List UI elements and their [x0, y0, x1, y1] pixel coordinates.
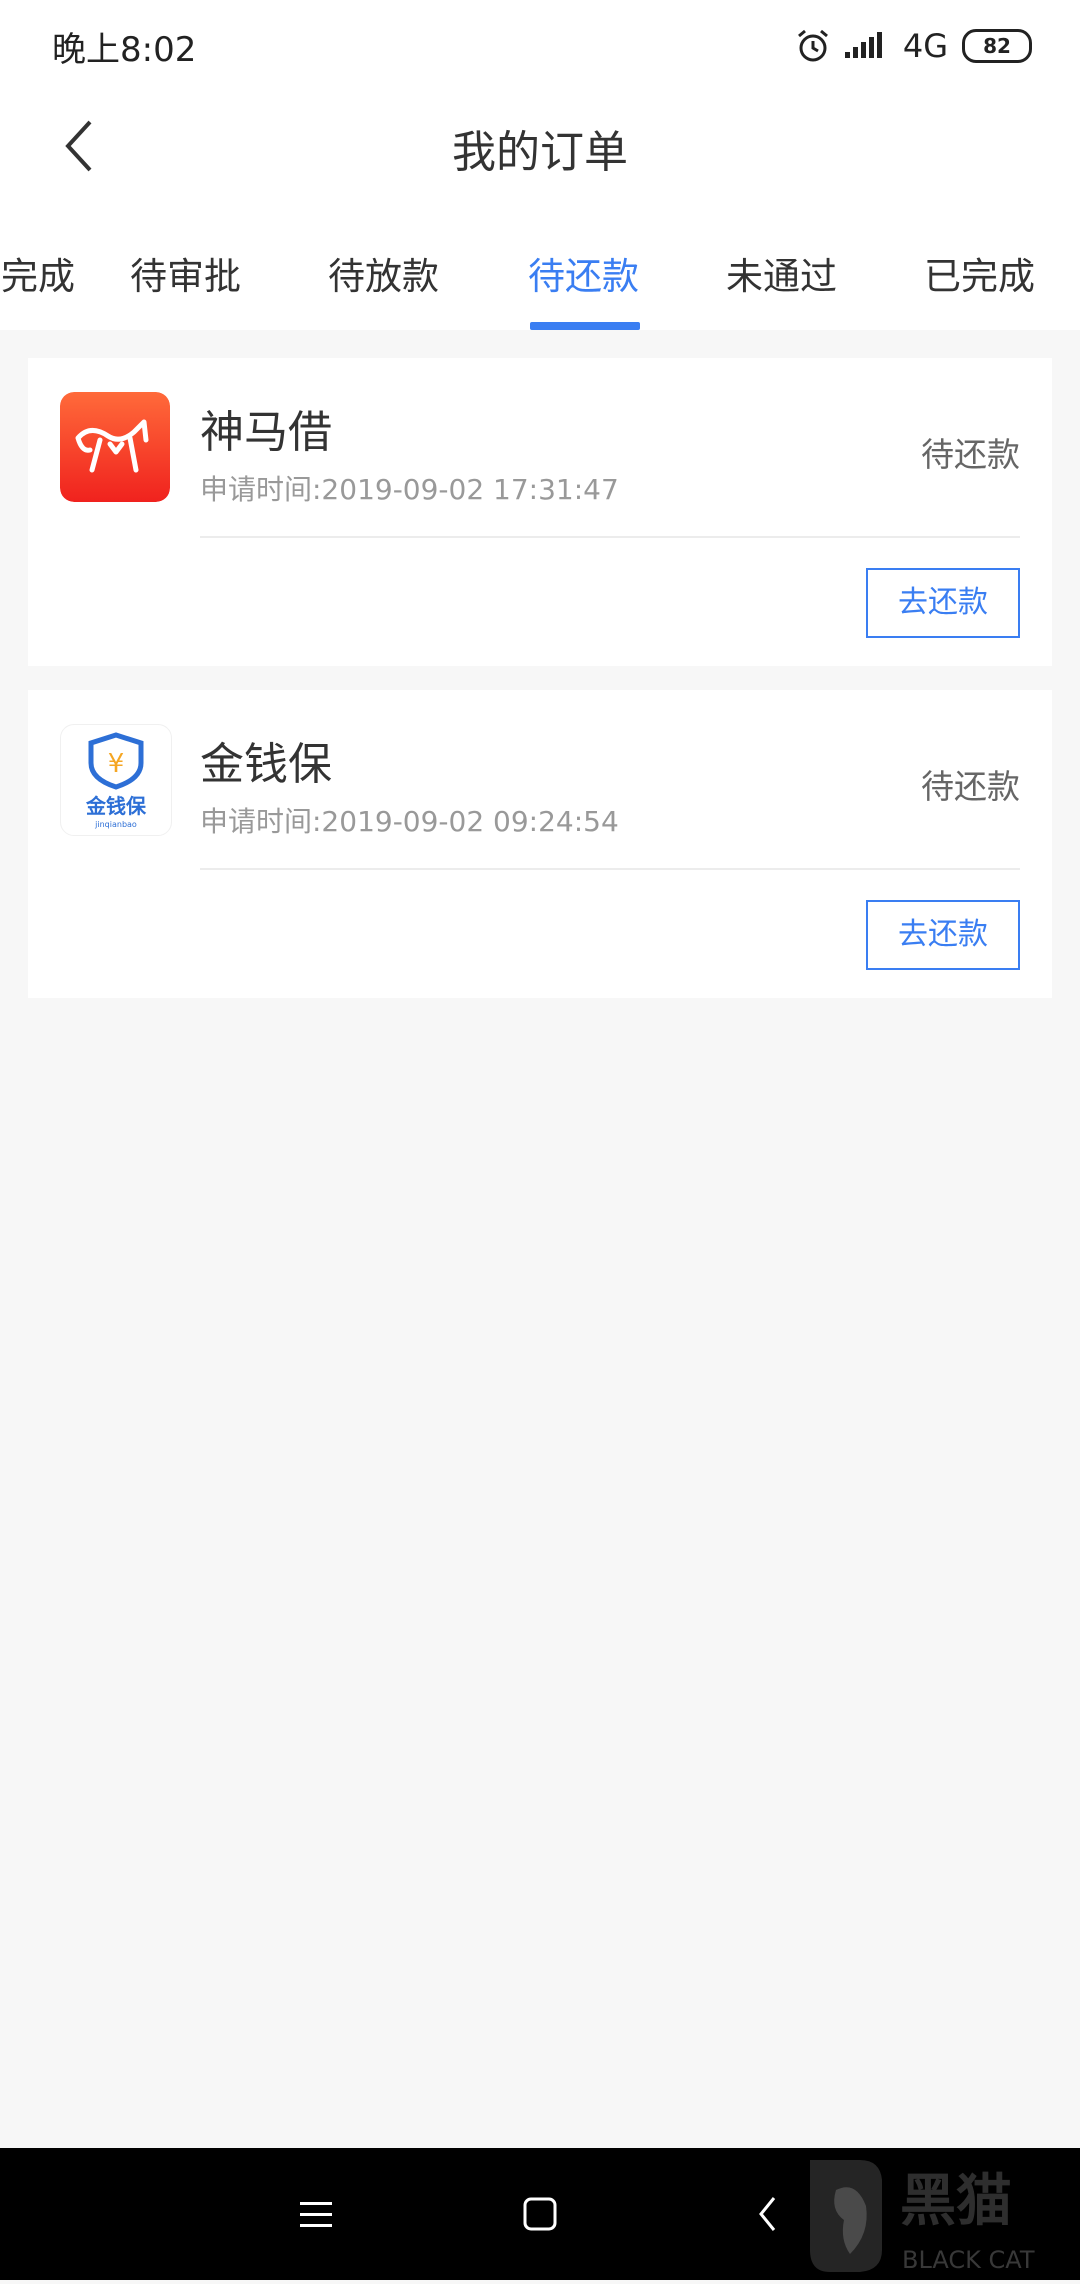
tab-pending-repayment[interactable]: 待还款: [528, 246, 639, 300]
header: 我的订单: [0, 92, 1080, 200]
order-name: 神马借: [200, 407, 332, 458]
order-status: 待还款: [921, 767, 1020, 806]
status-icons: 4G 82: [795, 24, 1032, 68]
watermark-text: 黑猫: [900, 2169, 1012, 2234]
network-label: 4G: [902, 27, 948, 65]
battery-icon: 82: [962, 29, 1032, 63]
blackcat-watermark: 黑猫 BLACK CAT: [800, 2150, 1080, 2280]
repay-button[interactable]: 去还款: [866, 900, 1020, 970]
order-tabs: 已完成 待审批 待放款 待还款 未通过 已完成: [0, 200, 1080, 330]
order-status: 待还款: [921, 435, 1020, 474]
back-icon[interactable]: [756, 2194, 780, 2234]
watermark-subtext: BLACK CAT: [902, 2246, 1035, 2274]
home-icon[interactable]: [522, 2196, 558, 2232]
jinqianbao-logo-icon: ¥ 金钱保 jinqianbao: [60, 724, 172, 836]
divider: [200, 536, 1020, 538]
order-name: 金钱保: [200, 739, 332, 790]
shenmajie-logo-icon: [60, 392, 170, 502]
menu-icon[interactable]: [298, 2196, 334, 2232]
alarm-icon: [797, 29, 828, 62]
logo-text: 金钱保: [85, 794, 147, 818]
active-tab-indicator: [530, 322, 640, 330]
page-title: 我的订单: [452, 127, 628, 178]
logo-subtext: jinqianbao: [94, 820, 137, 829]
order-apply-time: 申请时间:2019-09-02 17:31:47: [200, 473, 619, 506]
status-time: 晚上8:02: [52, 30, 197, 70]
tab-not-approved[interactable]: 未通过: [726, 246, 837, 300]
order-card[interactable]: 神马借 申请时间:2019-09-02 17:31:47 待还款 去还款: [28, 358, 1052, 666]
repay-button[interactable]: 去还款: [866, 568, 1020, 638]
tab-pending-disbursement[interactable]: 待放款: [328, 246, 439, 300]
status-bar: 晚上8:02 4G 82: [0, 0, 1080, 92]
divider: [200, 868, 1020, 870]
tab-pending-approval[interactable]: 待审批: [130, 246, 241, 300]
order-apply-time: 申请时间:2019-09-02 09:24:54: [200, 805, 619, 838]
tab-completed[interactable]: 已完成: [924, 246, 1035, 300]
order-card[interactable]: ¥ 金钱保 jinqianbao 金钱保 申请时间:2019-09-02 09:…: [28, 690, 1052, 998]
tab-completed-partial[interactable]: 已完成: [0, 246, 75, 300]
signal-icon: [844, 32, 882, 58]
yuan-symbol: ¥: [108, 749, 125, 779]
